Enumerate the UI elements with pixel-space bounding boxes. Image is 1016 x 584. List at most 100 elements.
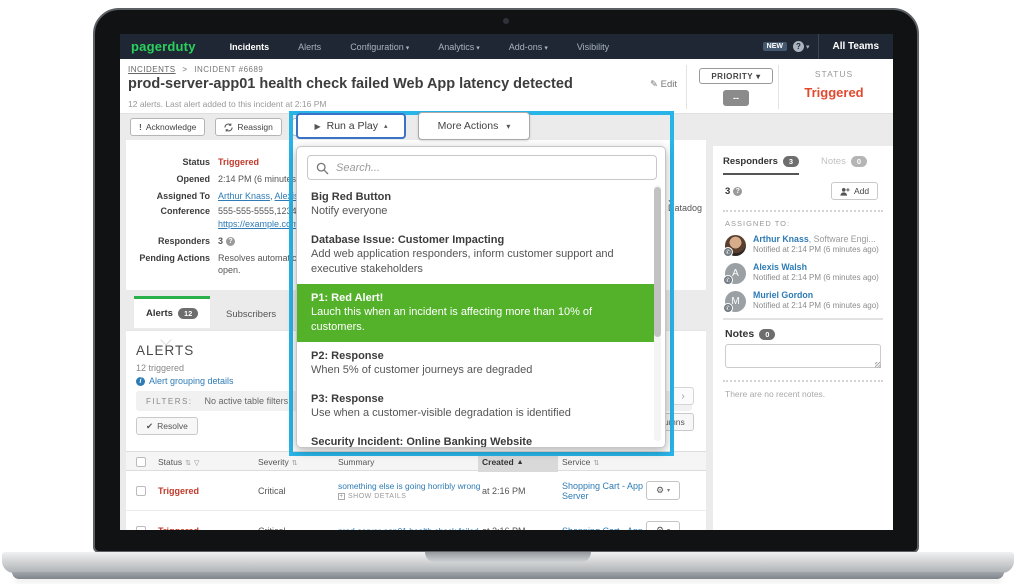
row-checkbox[interactable] [136,485,146,496]
all-teams-selector[interactable]: All Teams [819,41,894,52]
gear-icon: ⚙ [655,525,665,530]
sort-icon: ⇅ [185,460,191,467]
alert-summary-link[interactable]: something else is going horribly wrong [338,481,480,491]
nav-item-incidents[interactable]: Incidents [230,42,270,52]
row-actions-button[interactable]: ⚙▾ [646,521,680,530]
pagerduty-logo[interactable]: pagerduty [131,39,196,54]
play-option[interactable]: Security Incident: Online Banking Websit… [297,428,655,447]
incident-title: prod-server-app01 health check failed We… [128,76,573,92]
col-summary[interactable]: Summary [334,457,478,467]
row-created: at 2:16 PM [478,526,558,531]
priority-dropdown[interactable]: PRIORITY ▾ [699,68,773,84]
play-search-box [307,155,657,180]
col-status[interactable]: Status ⇅ ▽ [154,457,254,467]
phone-icon: ✆ [723,247,733,257]
run-a-play-button[interactable]: ▶ Run a Play ▴ [296,113,406,139]
filters-value: No active table filters [204,396,289,406]
new-note-input[interactable] [725,344,881,368]
laptop-notch [425,552,591,562]
incident-header: INCIDENTS > INCIDENT #6689 prod-server-a… [120,59,893,114]
sort-up-icon: ▲ [516,458,524,466]
question-icon[interactable]: ? [733,187,743,196]
resolve-button[interactable]: ✔ Resolve [136,417,198,435]
responder-row: A ✆ Alexis Walsh Notified at 2:14 PM (6 … [723,262,885,286]
show-details-toggle[interactable]: + SHOW DETAILS [338,493,478,500]
resize-grip[interactable] [875,362,881,368]
sort-icon: ⇅ [593,460,600,467]
play-search-input[interactable] [336,158,646,177]
responder-name-link[interactable]: Muriel Gordon [753,290,813,300]
table-row: Triggered Critical prod-server-app01 hea… [126,511,706,530]
row-severity: Critical [254,526,334,531]
play-dropdown-menu: Big Red Button Notify everyone Database … [296,146,666,448]
caret-up-icon: ▴ [384,123,388,130]
pending-actions-line2: open. [218,265,241,275]
question-icon[interactable]: ? [226,237,236,246]
phone-icon: ✆ [723,303,733,313]
info-icon: i [136,376,145,386]
responder-name-link[interactable]: Alexis Walsh [753,262,807,272]
row-actions-button[interactable]: ⚙▾ [646,481,680,500]
tab-notes[interactable]: Notes 0 [821,156,867,167]
alert-summary-link[interactable]: prod-server-app01 health check failed [338,526,479,531]
scrollbar-thumb[interactable] [654,187,661,337]
gear-icon: ⚙ [655,485,665,495]
filter-funnel-icon[interactable]: ▽ [194,460,199,467]
search-icon [316,162,329,175]
more-actions-button[interactable]: More Actions ▾ [418,112,530,140]
filters-label: FILTERS: [146,396,193,406]
play-option-selected[interactable]: P1: Red Alert! Lauch this when an incide… [297,284,655,342]
responder-name-link[interactable]: Arthur Knass [753,234,809,244]
nav-menu: Incidents Alerts Configuration ▾ Analytic… [230,42,610,52]
tab-subscribers[interactable]: Subscribers [214,298,288,330]
nav-item-visibility[interactable]: Visibility [577,42,609,52]
play-option[interactable]: P2: Response When 5% of customer journey… [297,342,655,385]
reassign-button[interactable]: Reassign [215,118,282,136]
alerts-table: Status ⇅ ▽ Severity ⇅ Summary Created ▲ Serv… [126,451,706,530]
select-all-checkbox[interactable] [136,457,146,467]
col-severity[interactable]: Severity ⇅ [254,457,334,467]
caret-down-icon[interactable]: ▾ [806,43,810,51]
divider [723,380,883,382]
tab-responders[interactable]: Responders 3 [723,156,800,175]
alert-grouping-link[interactable]: i Alert grouping details [136,376,234,386]
breadcrumb-current: INCIDENT #6689 [194,65,264,74]
screen: pagerduty Incidents Alerts Configuration… [120,34,893,530]
tab-alerts[interactable]: Alerts 12 [134,296,211,328]
pagination-next-button[interactable]: › [672,387,694,405]
row-checkbox[interactable] [136,525,146,530]
col-service[interactable]: Service ⇅ [558,457,646,467]
add-responder-button[interactable]: Add [831,182,879,200]
row-status: Triggered [154,526,254,531]
caret-down-icon: ▾ [405,44,410,52]
pencil-icon: ✎ [650,79,658,90]
breadcrumb-incidents-link[interactable]: INCIDENTS [128,65,176,74]
responder-count: 3? [725,186,743,197]
top-nav: pagerduty Incidents Alerts Configuration… [120,34,893,59]
laptop-bottom-edge [12,572,1004,579]
alerts-count-badge: 12 [177,308,199,319]
caret-down-icon: ▾ [506,121,511,131]
assignee-link[interactable]: Arthur Knass [218,191,270,201]
divider [723,210,883,212]
notified-text: Notified at 2:14 PM (6 minutes ago) [753,273,879,282]
caret-down-icon: ▾ [476,44,480,52]
edit-button[interactable]: ✎ Edit [650,79,677,90]
play-option[interactable]: P3: Response Use when a customer-visible… [297,385,655,428]
nav-item-alerts[interactable]: Alerts [298,42,321,52]
responder-row: ✆ Arthur Knass, Software Engi... Notifie… [723,234,885,258]
acknowledge-button[interactable]: ! Acknowledge [130,118,206,136]
service-link[interactable]: Shopping Cart - App [562,526,643,531]
responder-row: M ✆ Muriel Gordon Notified at 2:14 PM (6… [723,290,885,314]
play-list: Big Red Button Notify everyone Database … [297,183,655,447]
play-icon: ▶ [314,121,321,131]
service-link[interactable]: Shopping Cart - App Server [562,481,643,501]
play-option[interactable]: Database Issue: Customer Impacting Add w… [297,226,655,284]
breadcrumb-separator-icon: > [182,65,188,74]
row-status: Triggered [158,485,200,496]
nav-item-configuration[interactable]: Configuration ▾ [350,42,409,52]
help-icon[interactable]: ? [792,41,804,52]
nav-item-analytics[interactable]: Analytics ▾ [438,42,480,52]
play-option[interactable]: Big Red Button Notify everyone [297,183,655,226]
nav-item-addons[interactable]: Add-ons ▾ [509,42,548,52]
